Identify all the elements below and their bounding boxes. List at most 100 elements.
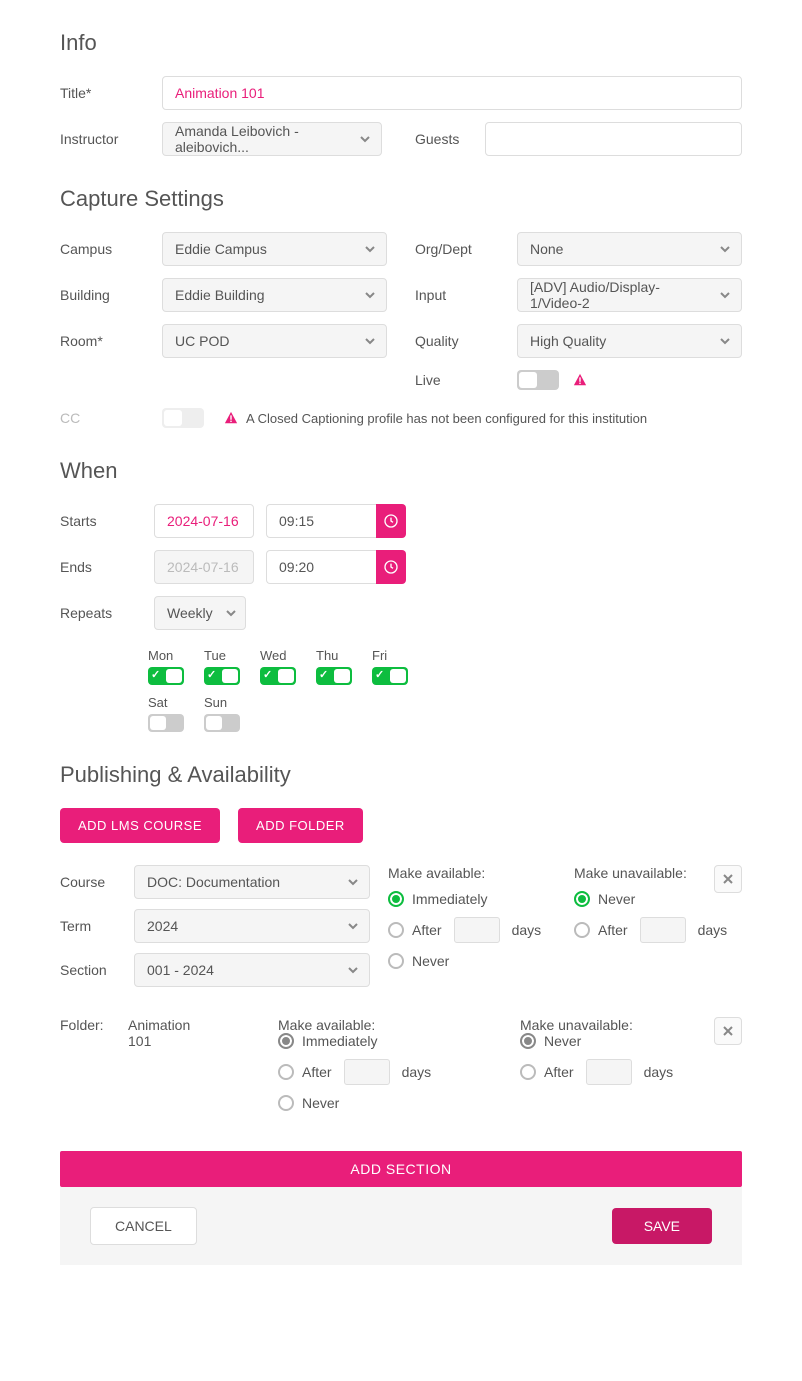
room-label: Room* [60,333,142,349]
warning-icon [224,411,238,425]
save-button[interactable]: SAVE [612,1208,712,1244]
radio-icon [278,1033,294,1049]
day-fri-label: Fri [372,648,387,663]
cc-label: CC [60,410,142,426]
chevron-down-icon [364,243,376,255]
chevron-down-icon [347,876,359,888]
cc-toggle[interactable] [162,408,204,428]
radio-icon [278,1064,294,1080]
radio-icon [388,891,404,907]
chevron-down-icon [364,289,376,301]
folder-avail-immediately[interactable]: Immediately [278,1033,500,1049]
instructor-label: Instructor [60,131,142,147]
title-input[interactable] [162,76,742,110]
capture-heading: Capture Settings [60,186,742,212]
term-label: Term [60,918,118,934]
campus-select[interactable]: Eddie Campus [162,232,387,266]
course-label: Course [60,874,118,890]
course-unavail-days-input[interactable] [640,917,686,943]
live-toggle[interactable] [517,370,559,390]
publishing-heading: Publishing & Availability [60,762,742,788]
info-section: Info Title* Instructor Amanda Leibovich … [60,30,742,156]
radio-icon [278,1095,294,1111]
day-wed-toggle[interactable]: ✓ [260,667,296,685]
day-thu-label: Thu [316,648,338,663]
course-avail-after[interactable]: Afterdays [388,917,556,943]
warning-icon [573,373,587,387]
chevron-down-icon [364,335,376,347]
quality-select[interactable]: High Quality [517,324,742,358]
cc-warning-text: A Closed Captioning profile has not been… [246,411,647,426]
folder-make-unavailable-title: Make unavailable: [520,1017,742,1033]
guests-label: Guests [415,131,465,147]
starts-label: Starts [60,513,142,529]
building-select[interactable]: Eddie Building [162,278,387,312]
starts-date-input[interactable]: 2024-07-16 [154,504,254,538]
chevron-down-icon [347,920,359,932]
when-section: When Starts 2024-07-16 09:15 Ends 2024-0… [60,458,742,732]
folder-label: Folder: [60,1017,108,1121]
ends-time-input[interactable]: 09:20 [266,550,376,584]
orgdept-select[interactable]: None [517,232,742,266]
course-avail-never[interactable]: Never [388,953,556,969]
section-select[interactable]: 001 - 2024 [134,953,370,987]
day-sat-label: Sat [148,695,168,710]
day-tue-label: Tue [204,648,226,663]
radio-icon [574,891,590,907]
folder-avail-days-input[interactable] [344,1059,390,1085]
course-avail-immediately[interactable]: Immediately [388,891,556,907]
title-label: Title* [60,85,142,101]
day-sun-toggle[interactable] [204,714,240,732]
folder-avail-after[interactable]: Afterdays [278,1059,500,1085]
day-mon-label: Mon [148,648,173,663]
add-lms-button[interactable]: ADD LMS COURSE [60,808,220,843]
quality-label: Quality [415,333,497,349]
folder-name: Animation 101 [128,1017,198,1121]
radio-icon [520,1033,536,1049]
chevron-down-icon [347,964,359,976]
add-section-button[interactable]: ADD SECTION [60,1151,742,1187]
folder-unavail-days-input[interactable] [586,1059,632,1085]
chevron-down-icon [719,243,731,255]
chevron-down-icon [225,607,237,619]
day-tue-toggle[interactable]: ✓ [204,667,240,685]
chevron-down-icon [359,133,371,145]
course-avail-days-input[interactable] [454,917,500,943]
building-label: Building [60,287,142,303]
instructor-select[interactable]: Amanda Leibovich - aleibovich... [162,122,382,156]
day-sat-toggle[interactable] [148,714,184,732]
radio-icon [388,953,404,969]
publishing-section: Publishing & Availability ADD LMS COURSE… [60,762,742,1121]
remove-course-button[interactable] [714,865,742,893]
day-mon-toggle[interactable]: ✓ [148,667,184,685]
repeats-select[interactable]: Weekly [154,596,246,630]
repeats-label: Repeats [60,605,142,621]
ends-date-input[interactable]: 2024-07-16 [154,550,254,584]
folder-unavail-never[interactable]: Never [520,1033,742,1049]
day-fri-toggle[interactable]: ✓ [372,667,408,685]
folder-make-available-title: Make available: [278,1017,500,1033]
course-unavail-never[interactable]: Never [574,891,742,907]
day-sun-label: Sun [204,695,227,710]
orgdept-label: Org/Dept [415,241,497,257]
input-select[interactable]: [ADV] Audio/Display-1/Video-2 [517,278,742,312]
day-thu-toggle[interactable]: ✓ [316,667,352,685]
chevron-down-icon [719,335,731,347]
add-folder-button[interactable]: ADD FOLDER [238,808,363,843]
folder-unavail-after[interactable]: Afterdays [520,1059,742,1085]
cancel-button[interactable]: CANCEL [90,1207,197,1245]
live-label: Live [415,372,497,388]
input-label: Input [415,287,497,303]
course-unavail-after[interactable]: Afterdays [574,917,742,943]
term-select[interactable]: 2024 [134,909,370,943]
ends-clock-button[interactable] [376,550,406,584]
starts-time-input[interactable]: 09:15 [266,504,376,538]
guests-input[interactable] [485,122,742,156]
info-heading: Info [60,30,742,56]
starts-clock-button[interactable] [376,504,406,538]
radio-icon [574,922,590,938]
folder-avail-never[interactable]: Never [278,1095,500,1111]
course-select[interactable]: DOC: Documentation [134,865,370,899]
room-select[interactable]: UC POD [162,324,387,358]
remove-folder-button[interactable] [714,1017,742,1045]
